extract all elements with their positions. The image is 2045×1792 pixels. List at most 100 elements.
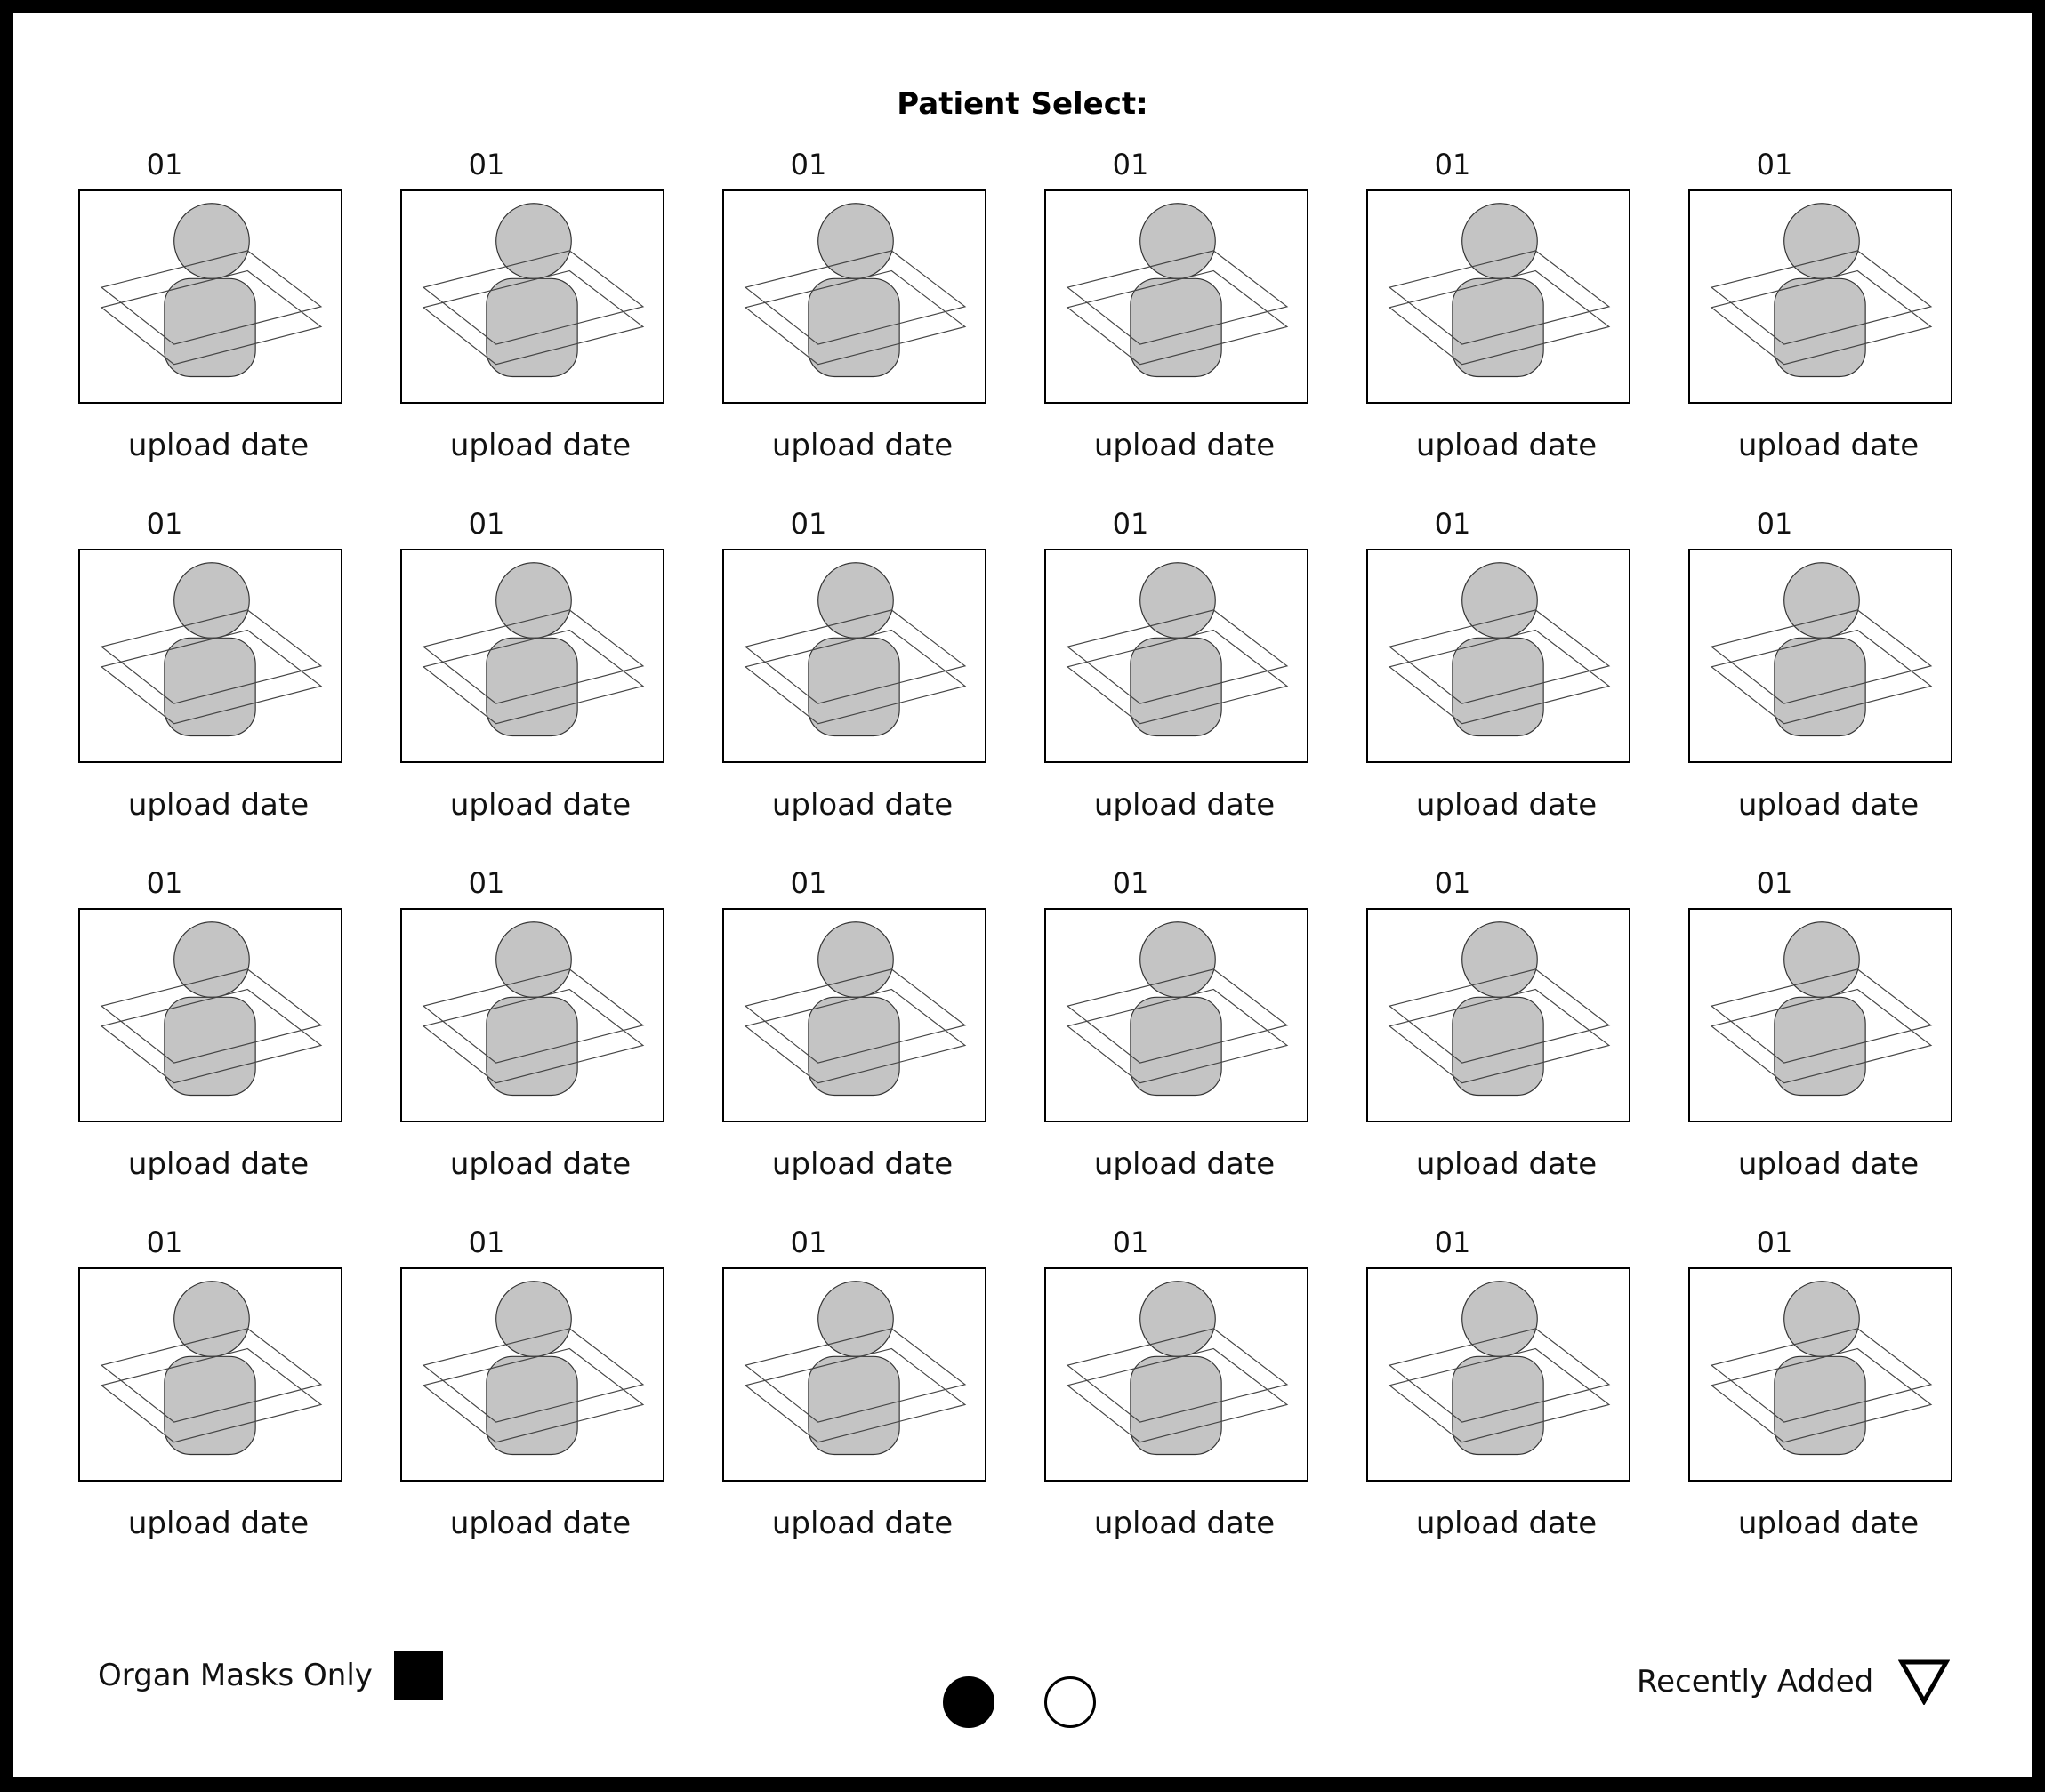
pagination <box>943 1676 1096 1728</box>
patient-thumbnail[interactable] <box>400 1267 664 1482</box>
patient-card[interactable]: 01 upload date <box>1623 506 1952 862</box>
upload-date-label: upload date <box>127 1146 310 1182</box>
patient-thumbnail[interactable] <box>400 908 664 1122</box>
patient-card[interactable]: 01 upload date <box>657 506 986 862</box>
patient-thumbnail[interactable] <box>1366 1267 1630 1482</box>
patient-card[interactable]: 01 upload date <box>1301 1225 1630 1580</box>
patient-thumbnail[interactable] <box>1366 189 1630 404</box>
patient-thumbnail[interactable] <box>1044 189 1308 404</box>
page-dot-2[interactable] <box>1044 1676 1096 1728</box>
patient-id: 01 <box>146 1225 183 1259</box>
upload-date-label: upload date <box>449 787 632 823</box>
upload-date-label: upload date <box>449 428 632 463</box>
upload-date-label: upload date <box>771 1506 954 1541</box>
upload-date-label: upload date <box>1737 1506 1920 1541</box>
patient-card[interactable]: 01 upload date <box>657 147 986 502</box>
patient-card[interactable]: 01 upload date <box>979 147 1308 502</box>
patient-thumbnail[interactable] <box>1044 549 1308 763</box>
organ-masks-filter[interactable]: Organ Masks Only <box>98 1649 443 1702</box>
patient-id: 01 <box>468 507 505 541</box>
patient-card[interactable]: 01 upload date <box>1301 506 1630 862</box>
patient-thumbnail[interactable] <box>78 549 342 763</box>
upload-date-label: upload date <box>1415 1146 1598 1182</box>
patient-card[interactable]: 01 upload date <box>1623 147 1952 502</box>
upload-date-label: upload date <box>449 1506 632 1541</box>
patient-card[interactable]: 01 upload date <box>1623 865 1952 1221</box>
patient-thumbnail[interactable] <box>1688 189 1952 404</box>
patient-thumbnail[interactable] <box>78 1267 342 1482</box>
sort-label: Recently Added <box>1637 1664 1874 1700</box>
patient-thumbnail[interactable] <box>78 189 342 404</box>
patient-card[interactable]: 01 upload date <box>335 865 664 1221</box>
patient-id: 01 <box>146 148 183 181</box>
triangle-down-icon[interactable] <box>1898 1659 1951 1705</box>
patient-thumbnail[interactable] <box>1688 908 1952 1122</box>
patient-id: 01 <box>1434 866 1471 900</box>
patient-scan-icon <box>422 203 645 378</box>
upload-date-label: upload date <box>1415 787 1598 823</box>
patient-id: 01 <box>146 507 183 541</box>
patient-scan-icon <box>422 562 645 737</box>
patient-thumbnail[interactable] <box>78 908 342 1122</box>
upload-date-label: upload date <box>1415 428 1598 463</box>
patient-scan-icon <box>100 921 323 1097</box>
patient-thumbnail[interactable] <box>1366 549 1630 763</box>
patient-scan-icon <box>1066 1281 1289 1456</box>
patient-id: 01 <box>790 507 827 541</box>
patient-card[interactable]: 01 upload date <box>335 1225 664 1580</box>
patient-scan-icon <box>422 1281 645 1456</box>
patient-scan-icon <box>1710 921 1933 1097</box>
upload-date-label: upload date <box>1093 787 1276 823</box>
patient-scan-icon <box>1710 203 1933 378</box>
patient-scan-icon <box>100 1281 323 1456</box>
patient-id: 01 <box>790 148 827 181</box>
patient-scan-icon <box>100 562 323 737</box>
patient-card[interactable]: 01 upload date <box>335 147 664 502</box>
patient-thumbnail[interactable] <box>400 549 664 763</box>
patient-scan-icon <box>1388 1281 1611 1456</box>
patient-id: 01 <box>1112 866 1149 900</box>
upload-date-label: upload date <box>1093 428 1276 463</box>
patient-card[interactable]: 01 upload date <box>13 865 342 1221</box>
patient-thumbnail[interactable] <box>722 189 986 404</box>
patient-id: 01 <box>1756 507 1793 541</box>
upload-date-label: upload date <box>127 787 310 823</box>
patient-thumbnail[interactable] <box>1688 1267 1952 1482</box>
sort-dropdown[interactable]: Recently Added <box>1637 1659 1951 1705</box>
patient-scan-icon <box>744 562 967 737</box>
patient-scan-icon <box>744 1281 967 1456</box>
organ-masks-checkbox[interactable] <box>393 1651 443 1700</box>
patient-card[interactable]: 01 upload date <box>979 506 1308 862</box>
patient-card[interactable]: 01 upload date <box>335 506 664 862</box>
patient-card[interactable]: 01 upload date <box>657 865 986 1221</box>
patient-card[interactable]: 01 upload date <box>1623 1225 1952 1580</box>
patient-thumbnail[interactable] <box>1366 908 1630 1122</box>
patient-card[interactable]: 01 upload date <box>13 1225 342 1580</box>
patient-card[interactable]: 01 upload date <box>979 865 1308 1221</box>
patient-thumbnail[interactable] <box>1044 1267 1308 1482</box>
patient-scan-icon <box>1066 562 1289 737</box>
filter-label: Organ Masks Only <box>98 1658 373 1693</box>
page-dot-1[interactable] <box>943 1676 994 1728</box>
patient-card[interactable]: 01 upload date <box>13 147 342 502</box>
patient-scan-icon <box>1066 921 1289 1097</box>
patient-id: 01 <box>790 1225 827 1259</box>
patient-card[interactable]: 01 upload date <box>657 1225 986 1580</box>
patient-id: 01 <box>1112 507 1149 541</box>
upload-date-label: upload date <box>1737 1146 1920 1182</box>
patient-thumbnail[interactable] <box>1044 908 1308 1122</box>
patient-id: 01 <box>468 148 505 181</box>
patient-thumbnail[interactable] <box>722 1267 986 1482</box>
patient-thumbnail[interactable] <box>722 908 986 1122</box>
patient-card[interactable]: 01 upload date <box>13 506 342 862</box>
upload-date-label: upload date <box>1737 428 1920 463</box>
upload-date-label: upload date <box>1415 1506 1598 1541</box>
patient-select-screen: Patient Select: 01 upload date 01 upload da… <box>13 13 2032 1777</box>
patient-card[interactable]: 01 upload date <box>1301 147 1630 502</box>
patient-card[interactable]: 01 upload date <box>979 1225 1308 1580</box>
patient-thumbnail[interactable] <box>722 549 986 763</box>
patient-thumbnail[interactable] <box>400 189 664 404</box>
patient-thumbnail[interactable] <box>1688 549 1952 763</box>
upload-date-label: upload date <box>771 787 954 823</box>
patient-card[interactable]: 01 upload date <box>1301 865 1630 1221</box>
